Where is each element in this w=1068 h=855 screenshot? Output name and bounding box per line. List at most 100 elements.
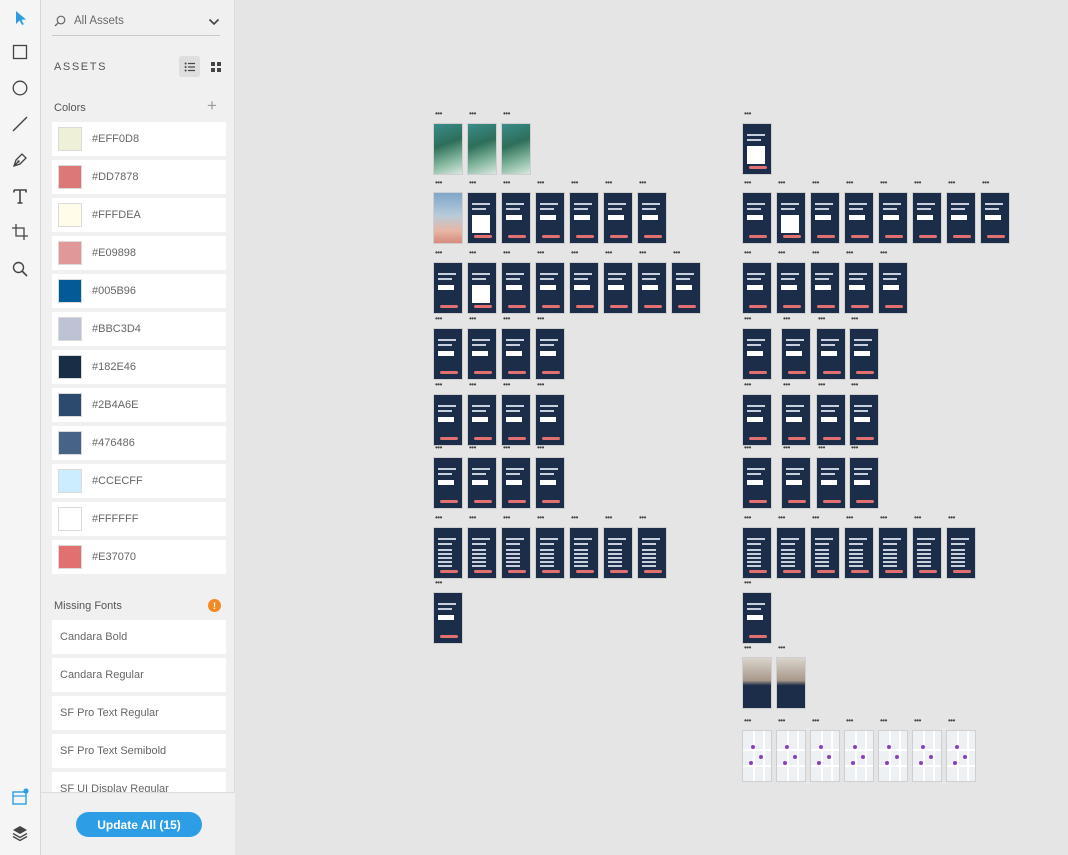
artboard-thumbnail[interactable]	[742, 192, 772, 244]
artboard-menu-dots[interactable]: •••	[948, 179, 960, 187]
artboard-menu-dots[interactable]: •••	[537, 315, 549, 323]
artboard-thumbnail[interactable]	[742, 394, 772, 446]
assets-panel-icon[interactable]	[9, 786, 31, 808]
artboard-thumbnail[interactable]	[816, 328, 846, 380]
artboard-menu-dots[interactable]: •••	[469, 514, 481, 522]
artboard-thumbnail[interactable]	[878, 527, 908, 579]
artboard-thumbnail[interactable]	[501, 328, 531, 380]
artboard-menu-dots[interactable]: •••	[744, 315, 756, 323]
color-swatch-item[interactable]: #CCECFF	[52, 464, 226, 498]
artboard-menu-dots[interactable]: •••	[880, 179, 892, 187]
artboard-menu-dots[interactable]: •••	[605, 249, 617, 257]
list-view-icon[interactable]	[179, 56, 200, 77]
artboard-menu-dots[interactable]: •••	[571, 249, 583, 257]
select-tool-icon[interactable]	[9, 7, 31, 29]
artboard-menu-dots[interactable]: •••	[435, 110, 447, 118]
add-color-button[interactable]: +	[207, 97, 217, 114]
color-swatch-item[interactable]: #EFF0D8	[52, 122, 226, 156]
artboard-menu-dots[interactable]: •••	[744, 249, 756, 257]
artboard-menu-dots[interactable]: •••	[812, 514, 824, 522]
artboard-menu-dots[interactable]: •••	[744, 110, 756, 118]
artboard-menu-dots[interactable]: •••	[537, 249, 549, 257]
artboard-thumbnail[interactable]	[742, 592, 772, 644]
artboard-thumbnail[interactable]	[637, 262, 667, 314]
artboard-thumbnail[interactable]	[776, 192, 806, 244]
artboard-menu-dots[interactable]: •••	[744, 444, 756, 452]
artboard-menu-dots[interactable]: •••	[503, 444, 515, 452]
artboard-menu-dots[interactable]: •••	[435, 315, 447, 323]
artboard-menu-dots[interactable]: •••	[435, 179, 447, 187]
missing-font-item[interactable]: Candara Regular	[52, 658, 226, 692]
artboard-thumbnail[interactable]	[810, 192, 840, 244]
artboard-thumbnail[interactable]	[535, 328, 565, 380]
artboard-thumbnail[interactable]	[467, 527, 497, 579]
artboard-thumbnail[interactable]	[844, 192, 874, 244]
artboard-menu-dots[interactable]: •••	[914, 717, 926, 725]
grid-view-icon[interactable]	[205, 56, 226, 77]
artboard-thumbnail[interactable]	[501, 527, 531, 579]
missing-font-item[interactable]: SF Pro Text Regular	[52, 696, 226, 730]
color-swatch-item[interactable]: #2B4A6E	[52, 388, 226, 422]
artboard-thumbnail[interactable]	[742, 262, 772, 314]
color-swatch-item[interactable]: #005B96	[52, 274, 226, 308]
artboard-thumbnail[interactable]	[810, 262, 840, 314]
artboard-menu-dots[interactable]: •••	[846, 249, 858, 257]
artboard-tool-icon[interactable]	[9, 221, 31, 243]
artboard-thumbnail[interactable]	[878, 262, 908, 314]
artboard-thumbnail[interactable]	[467, 457, 497, 509]
artboard-thumbnail[interactable]	[781, 457, 811, 509]
artboard-menu-dots[interactable]: •••	[537, 381, 549, 389]
artboard-thumbnail[interactable]	[569, 527, 599, 579]
artboard-menu-dots[interactable]: •••	[469, 110, 481, 118]
artboard-thumbnail[interactable]	[535, 394, 565, 446]
artboard-menu-dots[interactable]: •••	[503, 315, 515, 323]
artboard-menu-dots[interactable]: •••	[571, 179, 583, 187]
missing-font-item[interactable]: Candara Bold	[52, 620, 226, 654]
artboard-menu-dots[interactable]: •••	[605, 514, 617, 522]
layers-panel-icon[interactable]	[9, 822, 31, 844]
color-swatch-item[interactable]: #E09898	[52, 236, 226, 270]
artboard-menu-dots[interactable]: •••	[469, 249, 481, 257]
artboard-menu-dots[interactable]: •••	[503, 110, 515, 118]
artboard-menu-dots[interactable]: •••	[778, 717, 790, 725]
artboard-thumbnail[interactable]	[603, 527, 633, 579]
artboard-thumbnail[interactable]	[776, 527, 806, 579]
artboard-menu-dots[interactable]: •••	[537, 514, 549, 522]
artboard-thumbnail[interactable]	[810, 730, 840, 782]
artboard-menu-dots[interactable]: •••	[503, 381, 515, 389]
artboard-thumbnail[interactable]	[433, 527, 463, 579]
artboard-thumbnail[interactable]	[781, 394, 811, 446]
artboard-menu-dots[interactable]: •••	[818, 315, 830, 323]
color-swatch-item[interactable]: #476486	[52, 426, 226, 460]
artboard-thumbnail[interactable]	[501, 262, 531, 314]
rectangle-tool-icon[interactable]	[9, 41, 31, 63]
artboard-thumbnail[interactable]	[742, 457, 772, 509]
artboard-menu-dots[interactable]: •••	[851, 381, 863, 389]
artboard-thumbnail[interactable]	[742, 657, 772, 709]
artboard-thumbnail[interactable]	[742, 328, 772, 380]
artboard-thumbnail[interactable]	[816, 457, 846, 509]
color-swatch-item[interactable]: #BBC3D4	[52, 312, 226, 346]
color-swatch-item[interactable]: #DD7878	[52, 160, 226, 194]
artboard-thumbnail[interactable]	[501, 123, 531, 175]
artboard-thumbnail[interactable]	[849, 394, 879, 446]
artboard-menu-dots[interactable]: •••	[639, 179, 651, 187]
artboard-thumbnail[interactable]	[776, 730, 806, 782]
artboard-thumbnail[interactable]	[946, 730, 976, 782]
artboard-thumbnail[interactable]	[742, 730, 772, 782]
artboard-menu-dots[interactable]: •••	[744, 514, 756, 522]
artboard-menu-dots[interactable]: •••	[503, 514, 515, 522]
ellipse-tool-icon[interactable]	[9, 77, 31, 99]
pen-tool-icon[interactable]	[9, 149, 31, 171]
artboard-menu-dots[interactable]: •••	[744, 644, 756, 652]
artboard-menu-dots[interactable]: •••	[537, 444, 549, 452]
artboard-menu-dots[interactable]: •••	[880, 249, 892, 257]
artboard-thumbnail[interactable]	[912, 527, 942, 579]
color-swatch-item[interactable]: #FFFFFF	[52, 502, 226, 536]
artboard-thumbnail[interactable]	[433, 394, 463, 446]
design-canvas[interactable]: ••• ••• ••• ••• ••• ••• ••• ••• ••• ••• ••• ••• ••• •…	[236, 0, 1068, 855]
artboard-menu-dots[interactable]: •••	[778, 514, 790, 522]
artboard-thumbnail[interactable]	[569, 262, 599, 314]
chevron-down-icon[interactable]	[208, 15, 220, 27]
artboard-menu-dots[interactable]: •••	[948, 717, 960, 725]
